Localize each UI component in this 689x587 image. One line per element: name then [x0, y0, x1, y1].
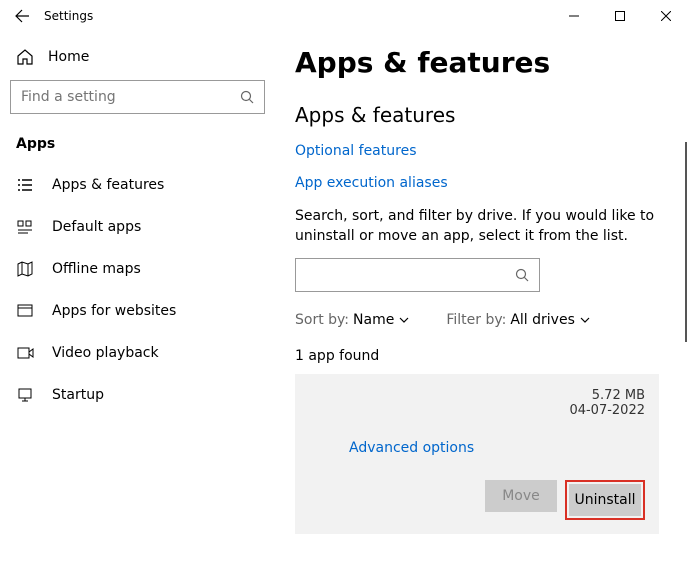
video-icon: [16, 344, 34, 362]
nav-label: Video playback: [52, 345, 159, 361]
app-date: 04-07-2022: [569, 403, 645, 418]
app-search[interactable]: [295, 258, 540, 292]
home-nav[interactable]: Home: [10, 38, 265, 80]
main-content: Apps & features Apps & features Optional…: [275, 32, 689, 587]
nav-startup[interactable]: Startup: [10, 374, 265, 416]
nav-label: Apps & features: [52, 177, 164, 193]
app-size: 5.72 MB: [569, 388, 645, 403]
titlebar: Settings: [0, 0, 689, 32]
link-optional-features[interactable]: Optional features: [295, 143, 659, 159]
section-title: Apps & features: [295, 103, 659, 127]
chevron-down-icon: [579, 314, 591, 326]
app-meta: 5.72 MB 04-07-2022: [569, 388, 645, 418]
filter-label: Filter by:: [446, 312, 506, 328]
uninstall-highlight: Uninstall: [565, 480, 645, 520]
move-button: Move: [485, 480, 557, 512]
arrow-left-icon: [14, 8, 30, 24]
map-icon: [16, 260, 34, 278]
description-text: Search, sort, and filter by drive. If yo…: [295, 207, 659, 246]
settings-search[interactable]: [10, 80, 265, 114]
minimize-icon: [569, 11, 579, 21]
nav-default-apps[interactable]: Default apps: [10, 206, 265, 248]
back-button[interactable]: [12, 6, 32, 26]
scrollbar[interactable]: [685, 142, 687, 342]
defaults-icon: [16, 218, 34, 236]
settings-search-input[interactable]: [21, 89, 240, 105]
sort-label: Sort by:: [295, 312, 349, 328]
home-label: Home: [48, 49, 89, 65]
nav-apps-websites[interactable]: Apps for websites: [10, 290, 265, 332]
section-label: Apps: [10, 132, 265, 164]
apps-found-count: 1 app found: [295, 348, 659, 364]
link-app-execution-aliases[interactable]: App execution aliases: [295, 175, 659, 191]
nav-apps-features[interactable]: Apps & features: [10, 164, 265, 206]
advanced-options-link[interactable]: Advanced options: [349, 440, 645, 456]
chevron-down-icon: [398, 314, 410, 326]
nav-label: Startup: [52, 387, 104, 403]
close-icon: [661, 11, 671, 21]
nav-label: Default apps: [52, 219, 141, 235]
filter-value: All drives: [510, 312, 575, 328]
minimize-button[interactable]: [551, 0, 597, 32]
nav-offline-maps[interactable]: Offline maps: [10, 248, 265, 290]
list-icon: [16, 176, 34, 194]
sort-by-dropdown[interactable]: Sort by: Name: [295, 312, 410, 328]
uninstall-button[interactable]: Uninstall: [569, 484, 641, 516]
maximize-button[interactable]: [597, 0, 643, 32]
window-title: Settings: [44, 9, 93, 23]
websites-icon: [16, 302, 34, 320]
close-button[interactable]: [643, 0, 689, 32]
maximize-icon: [615, 11, 625, 21]
filter-by-dropdown[interactable]: Filter by: All drives: [446, 312, 591, 328]
sidebar: Home Apps Apps & features Default apps O…: [0, 32, 275, 587]
nav-label: Offline maps: [52, 261, 141, 277]
app-list-item[interactable]: 5.72 MB 04-07-2022 Advanced options Move…: [295, 374, 659, 534]
search-icon: [515, 268, 529, 282]
startup-icon: [16, 386, 34, 404]
nav-video-playback[interactable]: Video playback: [10, 332, 265, 374]
home-icon: [16, 48, 34, 66]
app-search-input[interactable]: [306, 267, 515, 283]
nav-label: Apps for websites: [52, 303, 176, 319]
sort-value: Name: [353, 312, 394, 328]
search-icon: [240, 90, 254, 104]
page-title: Apps & features: [295, 46, 659, 79]
